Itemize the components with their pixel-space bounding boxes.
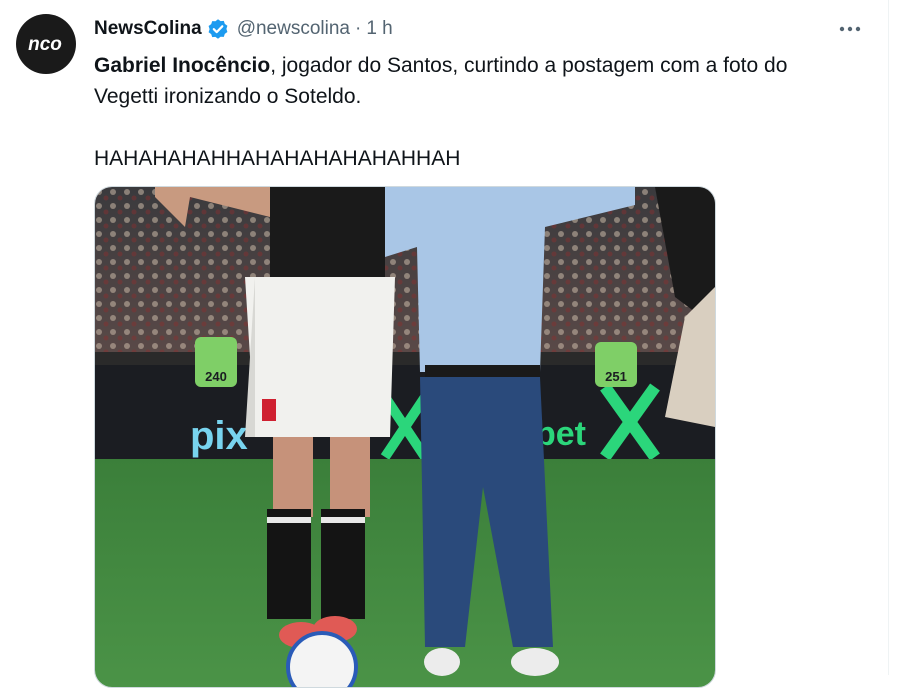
author-handle[interactable]: @newscolina: [237, 18, 350, 40]
author-display-name[interactable]: NewsColina: [94, 18, 202, 40]
verified-badge-icon: [208, 19, 228, 39]
tweet-header: NewsColina @newscolina · 1 h: [94, 16, 393, 42]
tweet-text: Gabriel Inocêncio, jogador do Santos, cu…: [94, 50, 884, 174]
tweet-photo[interactable]: pix bet 240 251: [94, 186, 716, 688]
more-horizontal-icon: [839, 26, 861, 32]
tweet-text-line-1: Gabriel Inocêncio, jogador do Santos, cu…: [94, 50, 884, 81]
tweet-text-line-1-rest: , jogador do Santos, curtindo a postagem…: [270, 54, 788, 77]
timeline-divider: [888, 0, 889, 675]
mentioned-player-name: Gabriel Inocêncio: [94, 54, 271, 77]
more-options-button[interactable]: [832, 14, 868, 44]
tweet-text-line-3: HAHAHAHAHHAHAHAHAHAHAHHAH: [94, 147, 461, 170]
tweet-text-line-2: Vegetti ironizando o Soteldo.: [94, 85, 362, 108]
avatar[interactable]: nco: [16, 14, 76, 74]
avatar-logo: nco: [28, 34, 62, 55]
ad-board-text-left: pix: [190, 414, 248, 458]
tweet-timestamp[interactable]: 1 h: [366, 18, 392, 40]
avatar-logo-text: nco: [28, 34, 62, 55]
stadium-photo: pix bet 240 251: [95, 187, 715, 687]
steward-number-1: 240: [205, 369, 227, 384]
header-separator: ·: [355, 18, 362, 39]
pitch-grass: [95, 459, 715, 687]
steward-number-2: 251: [605, 369, 627, 384]
